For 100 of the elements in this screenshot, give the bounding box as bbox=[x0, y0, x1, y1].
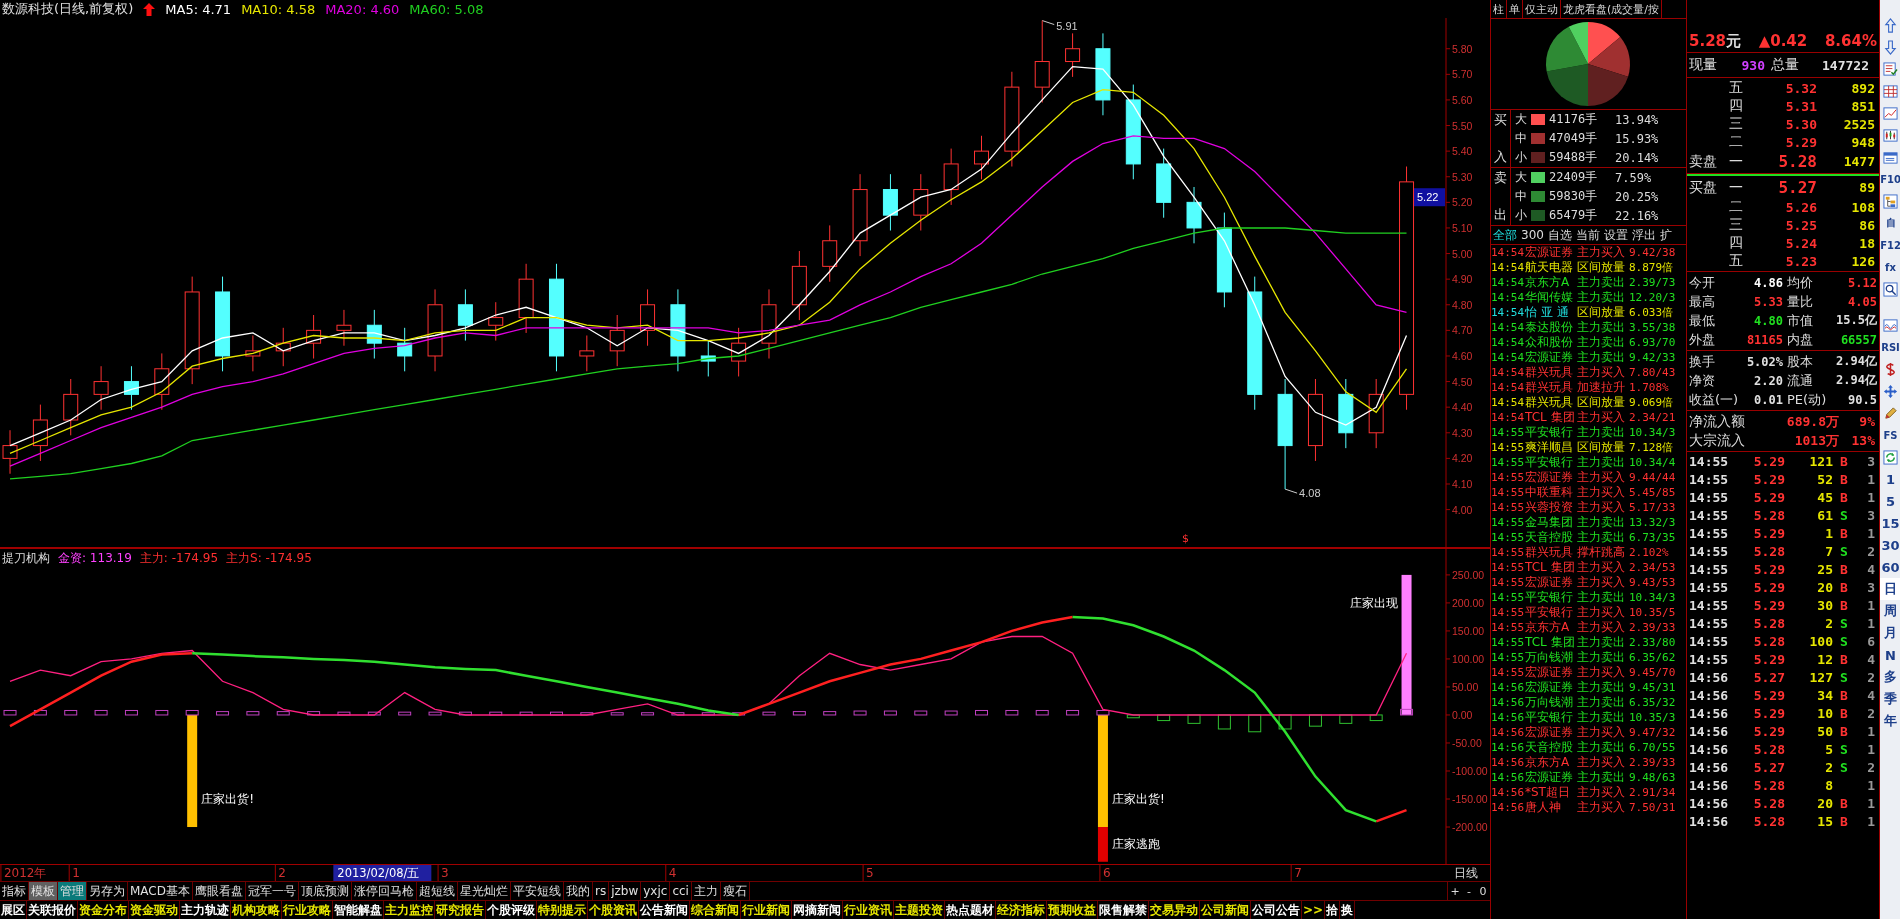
period-button[interactable]: N bbox=[1880, 644, 1900, 666]
tool-button[interactable]: 自 bbox=[1880, 212, 1900, 234]
stock-name: 宏源证券 bbox=[1525, 244, 1574, 261]
info-tab[interactable]: 展区 bbox=[0, 901, 27, 919]
panel-tab[interactable]: 龙虎看盘(成交量/按 bbox=[1561, 0, 1662, 18]
period-button[interactable]: 30 bbox=[1880, 534, 1900, 556]
trade-count: 1 bbox=[1866, 813, 1875, 829]
histogram-bar bbox=[33, 710, 47, 716]
info-tab[interactable]: 主力监控 bbox=[384, 901, 435, 919]
panel-tab[interactable]: 柱 bbox=[1491, 0, 1507, 18]
alert-event: 主力卖出 bbox=[1577, 424, 1626, 441]
template-tab[interactable]: 指标 bbox=[0, 882, 29, 900]
period-button[interactable]: 季 bbox=[1880, 688, 1900, 710]
trade-time: 14:56 bbox=[1689, 687, 1730, 703]
filter-tab[interactable]: 全部 bbox=[1491, 226, 1519, 244]
histogram-bar bbox=[3, 710, 17, 716]
size-label: 大 bbox=[1515, 111, 1527, 128]
period-button[interactable]: 5 bbox=[1880, 490, 1900, 512]
filter-tab[interactable]: 300 bbox=[1519, 228, 1546, 242]
tool-button[interactable]: F10 bbox=[1880, 168, 1900, 190]
info-tab[interactable]: 网摘新闻 bbox=[792, 901, 843, 919]
template-tab[interactable]: cci bbox=[670, 882, 692, 900]
template-tab[interactable]: 鹰眼看盘 bbox=[193, 882, 246, 900]
info-tab[interactable]: 研究报告 bbox=[435, 901, 486, 919]
info-tab[interactable]: 主力轨迹 bbox=[180, 901, 231, 919]
tool-button[interactable]: FS bbox=[1880, 424, 1900, 446]
alert-event: 主力卖出 bbox=[1577, 649, 1626, 666]
tool-button[interactable]: F12 bbox=[1880, 234, 1900, 256]
alert-time: 14:55 bbox=[1491, 666, 1525, 679]
info-tab[interactable]: 公司公告 bbox=[1251, 901, 1302, 919]
info-tab[interactable]: 特别提示 bbox=[537, 901, 588, 919]
alert-event: 主力买入 bbox=[1577, 244, 1626, 261]
template-tab[interactable]: 模板 bbox=[29, 882, 58, 900]
template-tab[interactable]: 平安短线 bbox=[511, 882, 564, 900]
info-tab[interactable]: 行业攻略 bbox=[282, 901, 333, 919]
template-tab[interactable]: 星光灿烂 bbox=[458, 882, 511, 900]
info-tab[interactable]: 关联报价 bbox=[27, 901, 78, 919]
template-tab[interactable]: 我的 bbox=[564, 882, 593, 900]
template-tab[interactable]: yxjc bbox=[641, 882, 671, 900]
info-tab[interactable]: 换 bbox=[1340, 901, 1356, 919]
trade-price: 5.28 bbox=[1752, 777, 1785, 793]
trade-count: 2 bbox=[1866, 759, 1875, 775]
info-tab[interactable]: 个股资讯 bbox=[588, 901, 639, 919]
info-tab[interactable]: 行业资讯 bbox=[843, 901, 894, 919]
template-tab[interactable]: jzbw bbox=[609, 882, 642, 900]
stat-value: 5.33 bbox=[1753, 294, 1783, 309]
info-tab[interactable]: 资金驱动 bbox=[129, 901, 180, 919]
period-button[interactable]: 1 bbox=[1880, 468, 1900, 490]
info-tab[interactable]: 机构攻略 bbox=[231, 901, 282, 919]
period-button[interactable]: 月 bbox=[1880, 622, 1900, 644]
period-button[interactable]: 年 bbox=[1880, 710, 1900, 732]
info-tab[interactable]: 资金分布 bbox=[78, 901, 129, 919]
order-price: 5.31 bbox=[1784, 98, 1817, 114]
panel-tab[interactable]: 仅主动 bbox=[1523, 0, 1561, 18]
filter-tab[interactable]: 浮出 bbox=[1629, 226, 1658, 244]
template-tab[interactable]: 主力 bbox=[691, 882, 721, 900]
period-button[interactable]: 多 bbox=[1880, 666, 1900, 688]
info-tab[interactable]: 行业新闻 bbox=[741, 901, 792, 919]
stat-label: 量比 bbox=[1787, 293, 1813, 309]
alert-value: 3.55/38 bbox=[1629, 321, 1677, 334]
info-tab[interactable]: 个股评级 bbox=[486, 901, 537, 919]
stat-label: 现量 bbox=[1689, 56, 1717, 72]
filter-tab[interactable]: 设置 bbox=[1601, 226, 1630, 244]
tool-button[interactable]: fx bbox=[1880, 256, 1900, 278]
grid-icon bbox=[1883, 83, 1898, 99]
info-tab[interactable]: 交易异动 bbox=[1149, 901, 1200, 919]
info-tab[interactable]: 主题投资 bbox=[894, 901, 945, 919]
period-button[interactable]: 日 bbox=[1880, 578, 1900, 600]
period-button[interactable]: 60 bbox=[1880, 556, 1900, 578]
info-tab[interactable]: 预期收益 bbox=[1047, 901, 1098, 919]
candlestick bbox=[306, 314, 322, 360]
info-tab[interactable]: 限售解禁 bbox=[1098, 901, 1149, 919]
info-tab[interactable]: 公司新闻 bbox=[1200, 901, 1251, 919]
tool-button[interactable]: RSI bbox=[1880, 336, 1900, 358]
template-tab[interactable]: 顶底预测 bbox=[299, 882, 352, 900]
template-tab[interactable]: 涨停回马枪 bbox=[352, 882, 417, 900]
histogram-bar bbox=[975, 710, 988, 716]
template-tab[interactable]: 管理 bbox=[58, 882, 87, 900]
info-tab[interactable]: >> bbox=[1302, 901, 1326, 919]
period-button[interactable]: 15 bbox=[1880, 512, 1900, 534]
price-change: ▲0.42 bbox=[1758, 32, 1808, 50]
stat-value: 90.5 bbox=[1847, 392, 1877, 407]
info-tab[interactable]: 智能解盘 bbox=[333, 901, 384, 919]
info-tab[interactable]: 经济指标 bbox=[996, 901, 1047, 919]
histogram-bar bbox=[1217, 714, 1231, 730]
template-tab[interactable]: 瘦石 bbox=[720, 882, 750, 900]
template-tab[interactable]: 冠军一号 bbox=[246, 882, 299, 900]
period-button[interactable]: 周 bbox=[1880, 600, 1900, 622]
info-tab[interactable]: 公告新闻 bbox=[639, 901, 690, 919]
info-tab[interactable]: 综合新闻 bbox=[690, 901, 741, 919]
info-tab[interactable]: 拾 bbox=[1325, 901, 1341, 919]
trade-count: 4 bbox=[1866, 651, 1875, 667]
template-tab[interactable]: MACD基本 bbox=[128, 882, 193, 900]
axis-label: 5.50 bbox=[1452, 119, 1473, 132]
panel-tab[interactable]: 单 bbox=[1507, 0, 1523, 18]
template-tab[interactable]: 另存为 bbox=[87, 882, 128, 900]
histogram-bar bbox=[1005, 710, 1019, 716]
trade-volume: 100 bbox=[1808, 633, 1833, 649]
info-tab[interactable]: 热点题材 bbox=[945, 901, 996, 919]
template-tab[interactable]: 超短线 bbox=[417, 882, 458, 900]
